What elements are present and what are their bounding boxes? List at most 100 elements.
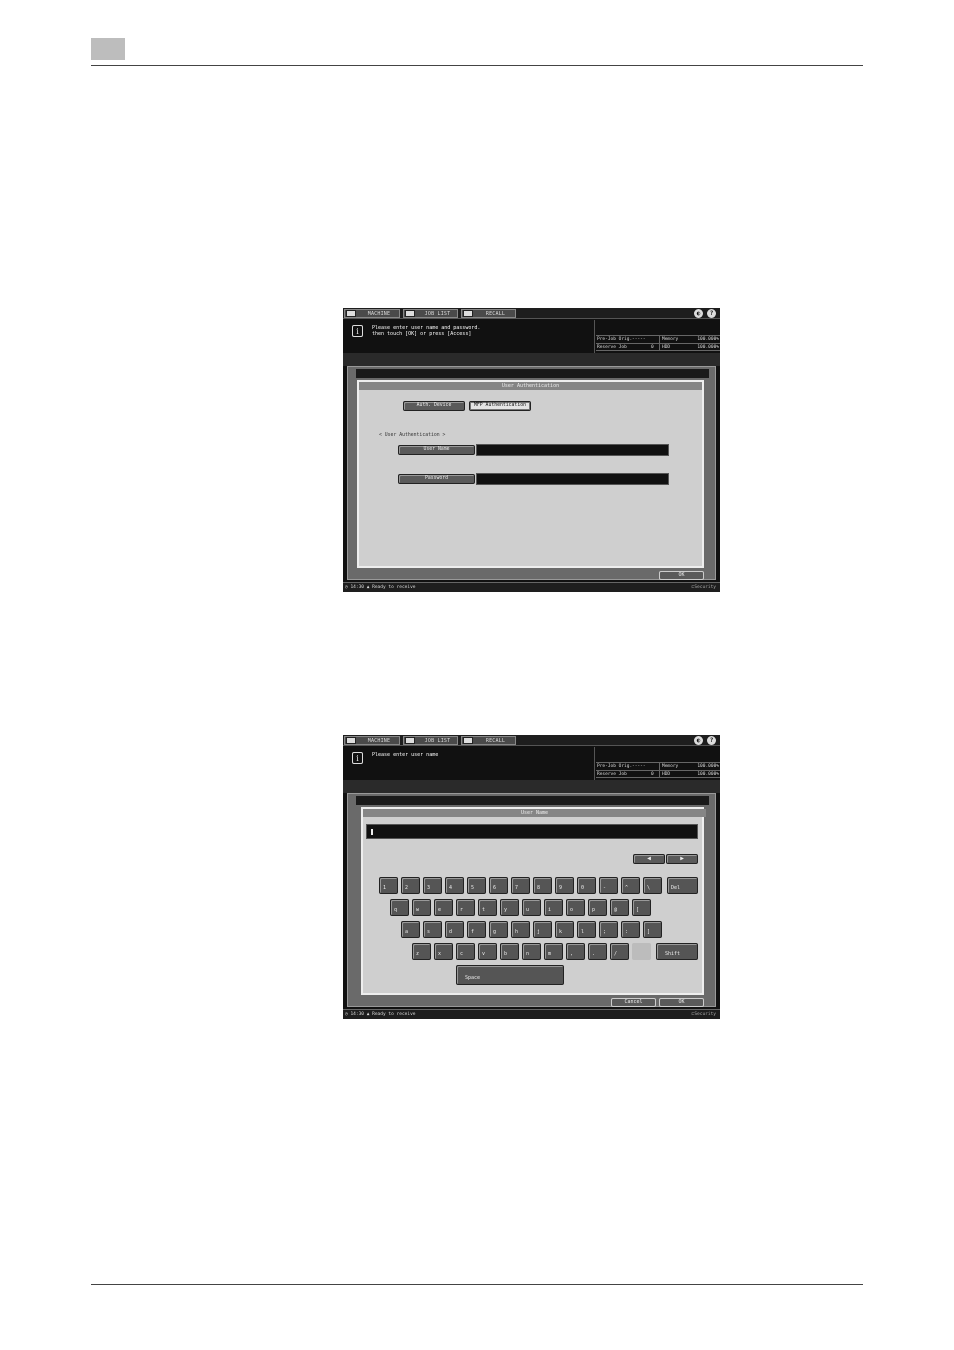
cursor-right-button[interactable]: ▶ bbox=[666, 854, 698, 864]
key-row1-7[interactable]: 8 bbox=[533, 877, 552, 894]
key-row4-2[interactable]: c bbox=[456, 943, 475, 960]
tab-job-list[interactable]: JOB LIST bbox=[403, 736, 458, 745]
help-icon[interactable]: ? bbox=[707, 736, 716, 745]
key-row2-4[interactable]: t bbox=[478, 899, 497, 916]
key-row2-0[interactable]: q bbox=[390, 899, 409, 916]
tab-machine[interactable]: MACHINE bbox=[344, 309, 400, 318]
key-row4-8[interactable]: . bbox=[588, 943, 607, 960]
key-row1-12[interactable]: \ bbox=[643, 877, 662, 894]
tab-machine[interactable]: MACHINE bbox=[344, 736, 400, 745]
del-key[interactable]: Del bbox=[667, 877, 698, 894]
key-row1-0[interactable]: 1 bbox=[379, 877, 398, 894]
key-row3-9[interactable]: ; bbox=[599, 921, 618, 938]
tab-job-list[interactable]: JOB LIST bbox=[403, 309, 458, 318]
globe-icon[interactable]: ◐ bbox=[694, 309, 703, 318]
mfp-authentication-button[interactable]: MFP Authentication bbox=[469, 401, 531, 411]
key-row2-6[interactable]: u bbox=[522, 899, 541, 916]
clock-icon: ◷ bbox=[345, 1012, 348, 1017]
key-row2-1[interactable]: w bbox=[412, 899, 431, 916]
key-row4-7[interactable]: , bbox=[566, 943, 585, 960]
help-icon[interactable]: ? bbox=[707, 309, 716, 318]
key-row2-8[interactable]: o bbox=[566, 899, 585, 916]
key-row1-5[interactable]: 6 bbox=[489, 877, 508, 894]
key-row1-2[interactable]: 3 bbox=[423, 877, 442, 894]
cursor-left-button[interactable]: ◀ bbox=[633, 854, 665, 864]
header-gap bbox=[343, 780, 720, 793]
key-row1-8[interactable]: 9 bbox=[555, 877, 574, 894]
blank-key-area bbox=[632, 943, 651, 960]
cancel-button[interactable]: Cancel bbox=[611, 998, 656, 1007]
key-row4-5[interactable]: n bbox=[522, 943, 541, 960]
key-row4-4[interactable]: b bbox=[500, 943, 519, 960]
message-text: Please enter user name bbox=[372, 752, 439, 758]
user-name-input[interactable] bbox=[366, 824, 698, 839]
printer-icon: ▲ bbox=[366, 585, 370, 590]
footer-bar: ◷ 14:30 ▲ Ready to receive ⊏Security bbox=[343, 582, 720, 592]
key-row3-1[interactable]: s bbox=[423, 921, 442, 938]
key-row2-5[interactable]: y bbox=[500, 899, 519, 916]
key-row1-6[interactable]: 7 bbox=[511, 877, 530, 894]
key-row2-7[interactable]: i bbox=[544, 899, 563, 916]
key-row3-7[interactable]: k bbox=[555, 921, 574, 938]
key-row3-8[interactable]: l bbox=[577, 921, 596, 938]
key-row2-3[interactable]: r bbox=[456, 899, 475, 916]
password-button[interactable]: Password bbox=[398, 474, 475, 484]
recall-icon bbox=[463, 737, 473, 744]
key-row4-9[interactable]: / bbox=[610, 943, 629, 960]
key-row2-9[interactable]: p bbox=[588, 899, 607, 916]
key-row3-6[interactable]: j bbox=[533, 921, 552, 938]
status-row-2: Reserve Job 0 HDD 100.000% bbox=[596, 343, 720, 351]
clock-icon: ◷ bbox=[345, 585, 348, 590]
header-gap bbox=[343, 353, 720, 366]
key-row4-1[interactable]: x bbox=[434, 943, 453, 960]
key-row4-3[interactable]: v bbox=[478, 943, 497, 960]
chapter-tab bbox=[91, 38, 125, 60]
footer-bar: ◷ 14:30 ▲ Ready to receive ⊏Security bbox=[343, 1009, 720, 1019]
key-row2-2[interactable]: e bbox=[434, 899, 453, 916]
key-row3-3[interactable]: f bbox=[467, 921, 486, 938]
list-icon bbox=[405, 737, 415, 744]
arrow-right-icon: ▶ bbox=[680, 855, 684, 862]
password-field[interactable] bbox=[476, 473, 669, 485]
tab-recall[interactable]: RECALL bbox=[461, 736, 516, 745]
key-row3-5[interactable]: h bbox=[511, 921, 530, 938]
key-row3-10[interactable]: : bbox=[621, 921, 640, 938]
status-row-1: Pre-Job Orig. ----- Memory 100.000% bbox=[596, 335, 720, 343]
ok-button[interactable]: OK bbox=[659, 571, 704, 580]
tab-recall[interactable]: RECALL bbox=[461, 309, 516, 318]
user-name-field[interactable] bbox=[476, 444, 669, 456]
text-cursor bbox=[371, 829, 373, 835]
key-row4-6[interactable]: m bbox=[544, 943, 563, 960]
key-row2-11[interactable]: [ bbox=[632, 899, 651, 916]
key-row1-11[interactable]: ^ bbox=[621, 877, 640, 894]
key-row1-1[interactable]: 2 bbox=[401, 877, 420, 894]
list-icon bbox=[405, 310, 415, 317]
key-row1-10[interactable]: - bbox=[599, 877, 618, 894]
message-text: Please enter user name and password. the… bbox=[372, 325, 481, 337]
shift-key[interactable]: Shift bbox=[656, 943, 698, 960]
key-row2-10[interactable]: @ bbox=[610, 899, 629, 916]
message-area: i Please enter user name bbox=[343, 747, 594, 780]
key-row4-0[interactable]: z bbox=[412, 943, 431, 960]
machine-icon bbox=[346, 310, 356, 317]
machine-icon bbox=[346, 737, 356, 744]
user-name-keyboard-screen: MACHINE JOB LIST RECALL ◐ ? i Please ent… bbox=[343, 735, 720, 1019]
user-name-panel: User Name ◀ ▶ 1 2 3 4 5 6 7 8 9 0- ^ \ Del q w e r t y u i o p… bbox=[361, 807, 706, 995]
top-bar: MACHINE JOB LIST RECALL ◐ ? bbox=[343, 735, 720, 746]
ok-button[interactable]: OK bbox=[659, 998, 704, 1007]
key-row1-3[interactable]: 4 bbox=[445, 877, 464, 894]
space-key[interactable]: Space bbox=[456, 965, 564, 985]
panel-title: User Name bbox=[363, 809, 706, 817]
printer-icon: ▲ bbox=[366, 1012, 370, 1017]
key-row3-2[interactable]: d bbox=[445, 921, 464, 938]
info-icon: i bbox=[352, 752, 363, 764]
auth-device-button[interactable]: Auth. Device bbox=[403, 401, 465, 411]
key-row3-4[interactable]: g bbox=[489, 921, 508, 938]
key-row3-11[interactable]: ] bbox=[643, 921, 662, 938]
key-row1-9[interactable]: 0 bbox=[577, 877, 596, 894]
key-row1-4[interactable]: 5 bbox=[467, 877, 486, 894]
section-label: < User Authentication > bbox=[379, 433, 446, 438]
globe-icon[interactable]: ◐ bbox=[694, 736, 703, 745]
user-name-button[interactable]: User Name bbox=[398, 445, 475, 455]
key-row3-0[interactable]: a bbox=[401, 921, 420, 938]
